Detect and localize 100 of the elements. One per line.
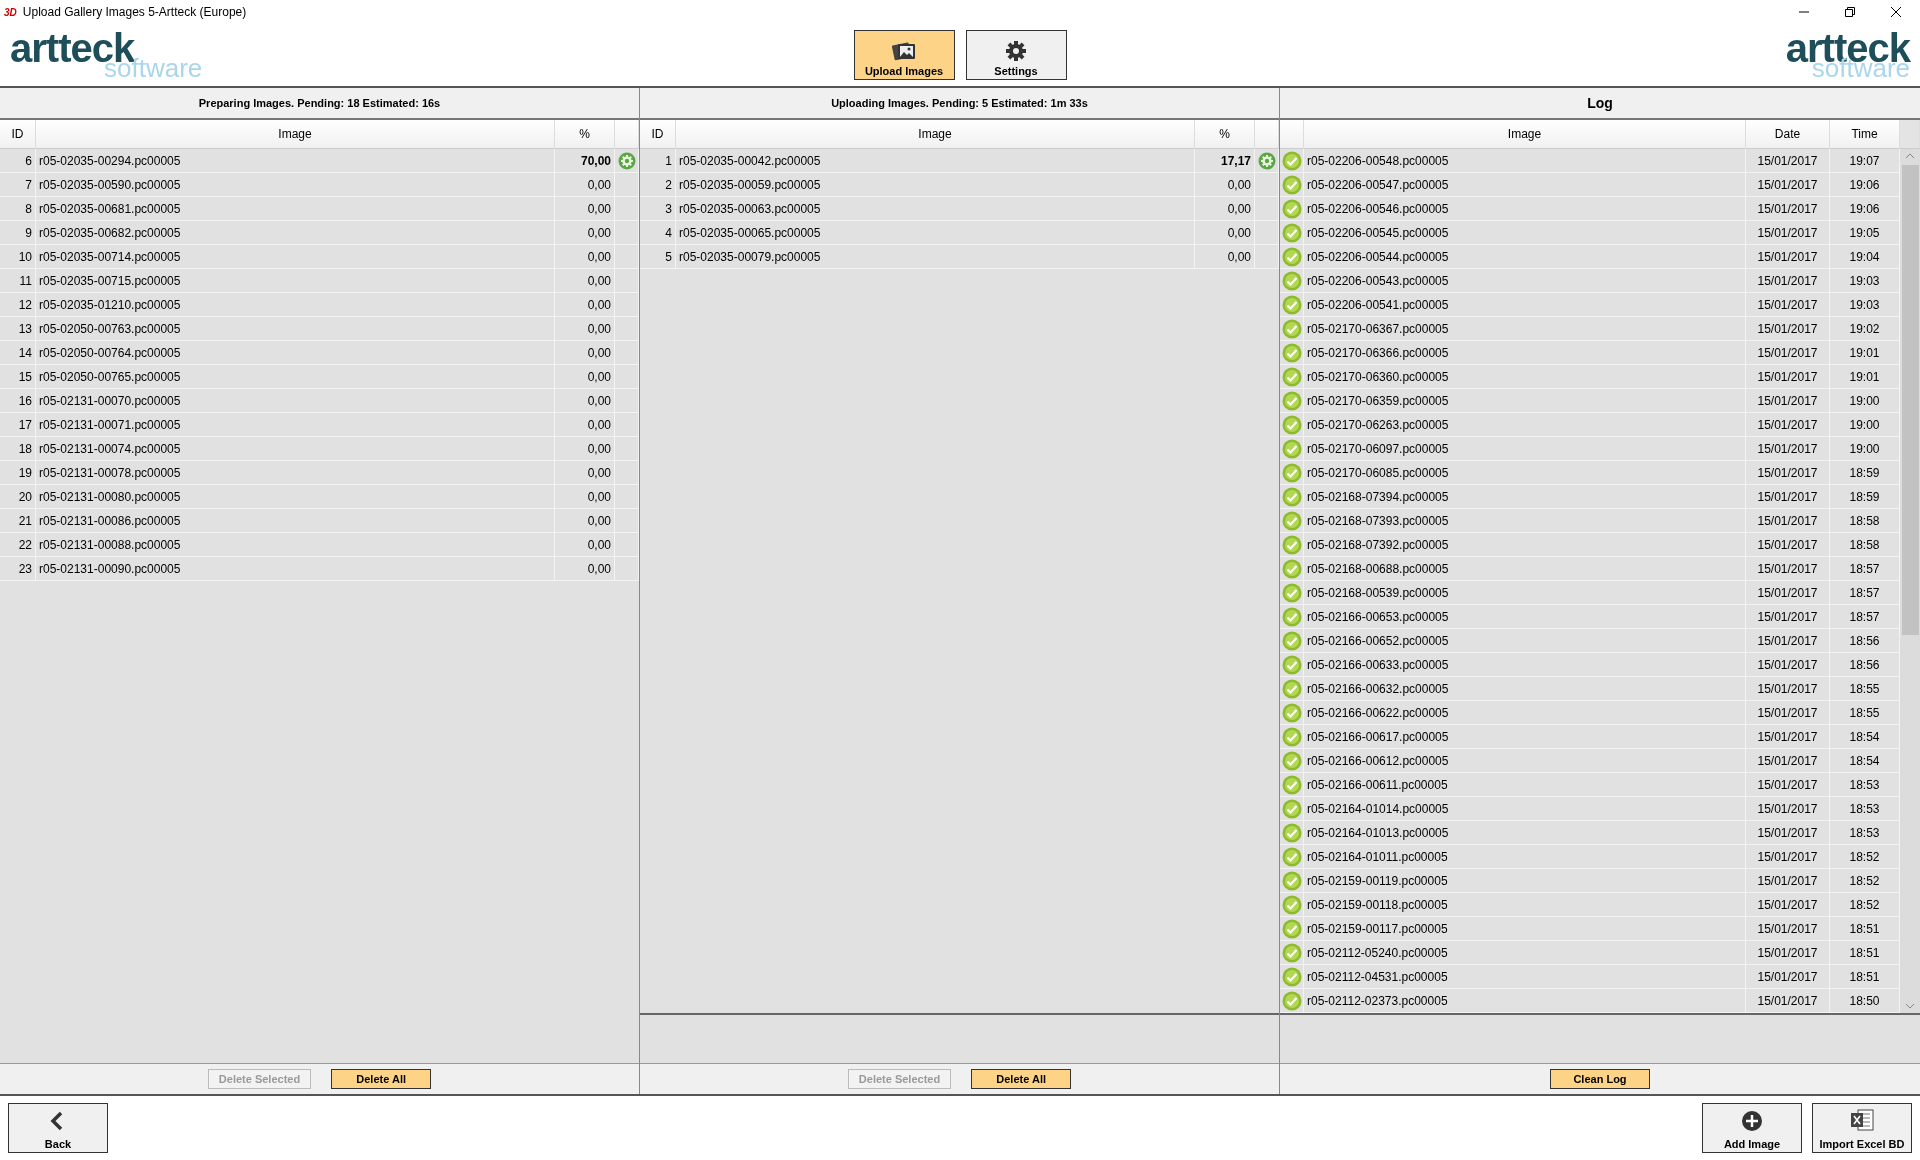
- table-cell: 13: [0, 317, 36, 340]
- column-header[interactable]: Time: [1830, 120, 1900, 149]
- table-cell: 2: [640, 173, 676, 196]
- table-cell: 16: [0, 389, 36, 412]
- column-header[interactable]: %: [1195, 120, 1255, 149]
- table-cell: 0,00: [555, 197, 615, 220]
- table-cell: 0,00: [555, 173, 615, 196]
- table-cell: 0,00: [555, 341, 615, 364]
- column-header[interactable]: %: [555, 120, 615, 149]
- table-cell: r05-02170-06097.pc00005: [1304, 437, 1746, 460]
- scrollbar-thumb[interactable]: [1901, 165, 1919, 635]
- check-icon: [1281, 678, 1302, 699]
- table-cell: 0,00: [1195, 221, 1255, 244]
- check-icon: [1281, 318, 1302, 339]
- clean-log-button[interactable]: Clean Log: [1550, 1069, 1650, 1089]
- table-cell: r05-02206-00546.pc00005: [1304, 197, 1746, 220]
- table-cell: r05-02164-01013.pc00005: [1304, 821, 1746, 844]
- add-icon: [1741, 1110, 1763, 1132]
- footer-button[interactable]: Add Image: [1702, 1103, 1802, 1153]
- gear-icon: [617, 151, 636, 170]
- scrollbar[interactable]: [1900, 149, 1920, 1013]
- table-cell: 0,00: [555, 269, 615, 292]
- table-cell: 15/01/2017: [1746, 701, 1830, 724]
- table-cell: r05-02206-00545.pc00005: [1304, 221, 1746, 244]
- table-cell: 15: [0, 365, 36, 388]
- table-cell: 15/01/2017: [1746, 989, 1830, 1012]
- check-icon: [1281, 918, 1302, 939]
- table-cell: 14: [0, 341, 36, 364]
- check-icon: [1281, 894, 1302, 915]
- table-cell: 0,00: [555, 485, 615, 508]
- column-header[interactable]: Image: [1304, 120, 1746, 149]
- check-icon: [1281, 606, 1302, 627]
- table-cell: r05-02170-06263.pc00005: [1304, 413, 1746, 436]
- table-cell: r05-02035-00681.pc00005: [36, 197, 555, 220]
- check-icon: [1281, 558, 1302, 579]
- table-cell: 15/01/2017: [1746, 149, 1830, 172]
- footer-button[interactable]: Import Excel BD: [1812, 1103, 1912, 1153]
- table-cell: 18: [0, 437, 36, 460]
- table-cell: 15/01/2017: [1746, 581, 1830, 604]
- check-icon: [1281, 222, 1302, 243]
- table-cell: r05-02112-02373.pc00005: [1304, 989, 1746, 1012]
- table-cell: r05-02131-00071.pc00005: [36, 413, 555, 436]
- check-icon: [1281, 750, 1302, 771]
- table-cell: 22: [0, 533, 36, 556]
- table-cell: 23: [0, 557, 36, 580]
- column-header[interactable]: Image: [676, 120, 1195, 149]
- check-icon: [1281, 654, 1302, 675]
- table-cell: 15/01/2017: [1746, 197, 1830, 220]
- table-cell: 15/01/2017: [1746, 557, 1830, 580]
- table-cell: r05-02166-00622.pc00005: [1304, 701, 1746, 724]
- restore-icon[interactable]: [1844, 6, 1856, 18]
- column-header[interactable]: ID: [640, 120, 676, 149]
- check-icon: [1281, 390, 1302, 411]
- column-header[interactable]: ID: [0, 120, 36, 149]
- table-cell: 15/01/2017: [1746, 485, 1830, 508]
- table-cell: 15/01/2017: [1746, 749, 1830, 772]
- column-header[interactable]: Date: [1746, 120, 1830, 149]
- table-cell: 15/01/2017: [1746, 773, 1830, 796]
- check-icon: [1281, 438, 1302, 459]
- table-cell: 20: [0, 485, 36, 508]
- table-cell: r05-02206-00544.pc00005: [1304, 245, 1746, 268]
- table-cell: 15/01/2017: [1746, 653, 1830, 676]
- table-cell: 0,00: [555, 389, 615, 412]
- table-cell: r05-02166-00611.pc00005: [1304, 773, 1746, 796]
- table-cell: r05-02035-00065.pc00005: [676, 221, 1195, 244]
- table-cell: r05-02166-00633.pc00005: [1304, 653, 1746, 676]
- column-header[interactable]: Image: [36, 120, 555, 149]
- close-icon[interactable]: [1890, 6, 1902, 18]
- table-cell: 15/01/2017: [1746, 533, 1830, 556]
- window-title: Upload Gallery Images 5-Artteck (Europe): [22, 5, 248, 19]
- table-cell: r05-02131-00088.pc00005: [36, 533, 555, 556]
- table-cell: 0,00: [555, 245, 615, 268]
- panel-button[interactable]: Delete All: [971, 1069, 1072, 1089]
- table-cell: 0,00: [1195, 173, 1255, 196]
- table-cell: 0,00: [1195, 245, 1255, 268]
- check-icon: [1281, 342, 1302, 363]
- table-cell: 15/01/2017: [1746, 917, 1830, 940]
- table-cell: r05-02164-01011.pc00005: [1304, 845, 1746, 868]
- table-cell: 0,00: [555, 221, 615, 244]
- table-cell: r05-02035-00590.pc00005: [36, 173, 555, 196]
- table-cell: 1: [640, 149, 676, 172]
- check-icon: [1281, 510, 1302, 531]
- check-icon: [1281, 942, 1302, 963]
- table-cell: 15/01/2017: [1746, 221, 1830, 244]
- table-cell: 8: [0, 197, 36, 220]
- table-cell: 0,00: [555, 413, 615, 436]
- table-cell: r05-02166-00612.pc00005: [1304, 749, 1746, 772]
- toolbar-tab[interactable]: Upload Images: [853, 30, 955, 80]
- panel-title: Preparing Images. Pending: 18 Estimated: 16s: [0, 88, 639, 120]
- table-cell: 15/01/2017: [1746, 725, 1830, 748]
- table-cell: 15/01/2017: [1746, 365, 1830, 388]
- panel-button[interactable]: Delete All: [331, 1069, 432, 1089]
- table-cell: r05-02206-00548.pc00005: [1304, 149, 1746, 172]
- footer-button[interactable]: Back: [8, 1103, 108, 1153]
- toolbar-tab[interactable]: Settings: [965, 30, 1067, 80]
- table-cell: 0,00: [555, 461, 615, 484]
- table-cell: 70,00: [555, 149, 615, 172]
- table-cell: 15/01/2017: [1746, 941, 1830, 964]
- table-cell: r05-02166-00652.pc00005: [1304, 629, 1746, 652]
- table-cell: r05-02131-00074.pc00005: [36, 437, 555, 460]
